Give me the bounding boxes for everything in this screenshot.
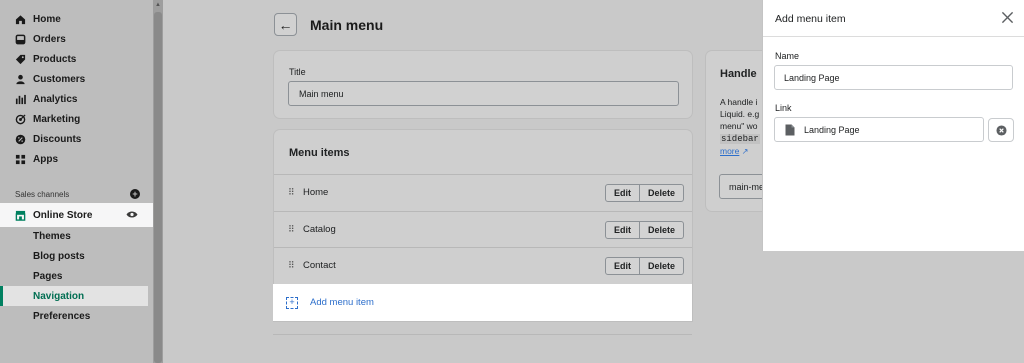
delete-button[interactable]: Delete — [639, 220, 684, 239]
arrow-left-icon: ← — [278, 16, 293, 33]
sidebar-item-label: Analytics — [33, 93, 78, 105]
link-label: Link — [775, 103, 792, 113]
sidebar-item-label: Discounts — [33, 133, 82, 145]
sidebar-item-label: Orders — [33, 33, 66, 45]
external-link-icon: ↗ — [741, 147, 749, 156]
sidebar-item-online-store[interactable]: Online Store — [0, 203, 153, 227]
sidebar-scrollbar[interactable]: ▲ — [153, 0, 163, 363]
menu-item-label: Contact — [303, 260, 336, 271]
sidebar-item-discounts[interactable]: Discounts — [0, 129, 153, 149]
online-store-label: Online Store — [33, 209, 93, 221]
menu-item-row[interactable]: ⠿ Home Edit Delete — [274, 174, 692, 210]
add-item-icon: + — [286, 296, 298, 309]
link-value: Landing Page — [804, 124, 860, 135]
sidebar: Home Orders Products Customers Analytics… — [0, 0, 153, 363]
scrollbar-thumb[interactable] — [154, 12, 162, 363]
sidebar-item-marketing[interactable]: Marketing — [0, 109, 153, 129]
clear-link-button[interactable] — [988, 118, 1014, 142]
page-title: Main menu — [310, 17, 384, 33]
sidebar-item-analytics[interactable]: Analytics — [0, 89, 153, 109]
home-icon — [15, 14, 26, 25]
handle-code: sidebar — [720, 134, 760, 144]
edit-button[interactable]: Edit — [604, 256, 640, 275]
add-menu-item-button[interactable]: + Add menu item — [273, 284, 692, 321]
drag-handle-icon[interactable]: ⠿ — [288, 224, 295, 235]
clear-circle-icon — [995, 124, 1007, 136]
name-label: Name — [775, 51, 800, 61]
page-document-icon — [784, 124, 804, 136]
sidebar-item-customers[interactable]: Customers — [0, 69, 153, 89]
learn-more-link[interactable]: more — [720, 146, 739, 156]
sidebar-item-label: Home — [33, 13, 61, 25]
sidebar-sub-item-themes[interactable]: Themes — [0, 226, 148, 246]
menu-item-row[interactable]: ⠿ Catalog Edit Delete — [274, 211, 692, 247]
row-actions: Edit Delete — [604, 220, 684, 239]
link-input[interactable]: Landing Page — [774, 117, 984, 142]
add-channel-icon[interactable]: + — [130, 189, 140, 199]
sidebar-item-home[interactable]: Home — [0, 9, 153, 29]
sub-item-label: Pages — [33, 270, 63, 282]
bar-chart-icon — [15, 94, 26, 105]
divider — [273, 334, 692, 335]
panel-header: Add menu item — [763, 0, 1024, 37]
drag-handle-icon[interactable]: ⠿ — [288, 187, 295, 198]
eye-icon[interactable] — [126, 210, 138, 220]
store-icon — [15, 210, 26, 221]
target-icon — [15, 113, 26, 125]
discount-icon — [15, 134, 26, 145]
orders-icon — [15, 34, 26, 45]
sales-channels-label: Sales channels — [15, 189, 70, 199]
sidebar-item-label: Apps — [33, 153, 58, 165]
menu-item-label: Home — [303, 187, 329, 198]
add-menu-item-label: Add menu item — [310, 297, 374, 308]
title-label: Title — [289, 67, 306, 77]
sidebar-sub-item-blog-posts[interactable]: Blog posts — [0, 246, 148, 266]
sub-item-label: Blog posts — [33, 250, 85, 262]
apps-icon — [15, 154, 26, 165]
sidebar-item-orders[interactable]: Orders — [0, 29, 153, 49]
title-input[interactable]: Main menu — [288, 81, 679, 106]
handle-heading: Handle — [720, 68, 757, 80]
scroll-up-arrow-icon[interactable]: ▲ — [153, 0, 163, 10]
close-icon[interactable] — [999, 9, 1015, 25]
row-actions: Edit Delete — [604, 183, 684, 202]
add-menu-item-panel: Add menu item Name Landing Page Link Lan… — [762, 0, 1024, 251]
sidebar-sub-item-navigation[interactable]: Navigation — [0, 286, 148, 306]
sub-item-label: Navigation — [33, 290, 85, 302]
tag-icon — [15, 54, 26, 65]
sidebar-item-label: Customers — [33, 73, 86, 85]
sidebar-item-label: Marketing — [33, 113, 81, 125]
back-button[interactable]: ← — [274, 13, 297, 36]
panel-title: Add menu item — [775, 13, 846, 25]
active-indicator — [0, 286, 3, 306]
edit-button[interactable]: Edit — [604, 183, 640, 202]
sidebar-sub-item-pages[interactable]: Pages — [0, 266, 148, 286]
sales-channels-header: Sales channels + — [15, 189, 140, 199]
title-card: Title Main menu — [274, 51, 692, 118]
delete-button[interactable]: Delete — [639, 256, 684, 275]
menu-item-row[interactable]: ⠿ Contact Edit Delete — [274, 247, 692, 283]
sidebar-item-products[interactable]: Products — [0, 49, 153, 69]
sidebar-item-apps[interactable]: Apps — [0, 149, 153, 169]
menu-items-heading: Menu items — [289, 147, 350, 159]
name-input[interactable]: Landing Page — [774, 65, 1013, 90]
person-icon — [15, 74, 26, 85]
menu-item-label: Catalog — [303, 224, 336, 235]
sidebar-item-label: Products — [33, 53, 77, 65]
sub-item-label: Themes — [33, 230, 71, 242]
sidebar-sub-item-preferences[interactable]: Preferences — [0, 306, 148, 326]
delete-button[interactable]: Delete — [639, 183, 684, 202]
sub-item-label: Preferences — [33, 310, 91, 322]
row-actions: Edit Delete — [604, 256, 684, 275]
edit-button[interactable]: Edit — [604, 220, 640, 239]
drag-handle-icon[interactable]: ⠿ — [288, 260, 295, 271]
